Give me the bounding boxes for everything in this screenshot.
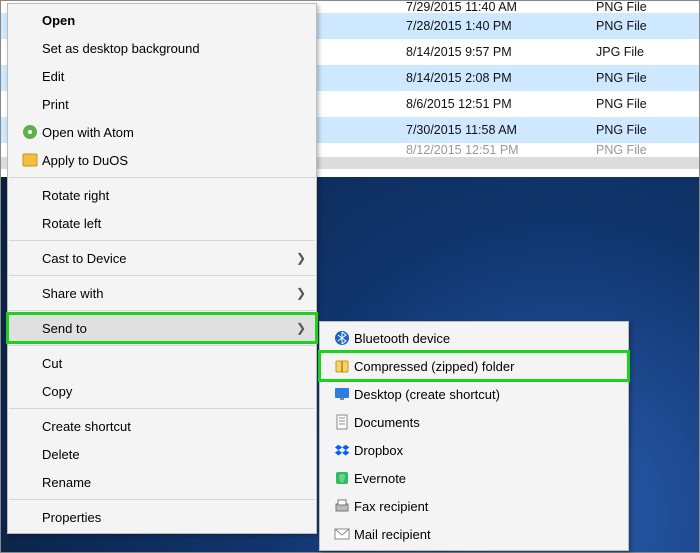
file-date: 7/28/2015 1:40 PM [406, 19, 596, 33]
context-menu: Open Set as desktop background Edit Prin… [7, 3, 317, 534]
mail-icon [330, 526, 354, 542]
chevron-right-icon: ❯ [292, 286, 306, 300]
desktop-icon [330, 386, 354, 402]
menu-label: Open with Atom [42, 125, 306, 140]
atom-icon [18, 124, 42, 140]
submenu-compressed-folder[interactable]: Compressed (zipped) folder [320, 352, 628, 380]
file-date: 7/30/2015 11:58 AM [406, 123, 596, 137]
menu-label: Delete [42, 447, 306, 462]
menu-open[interactable]: Open [8, 6, 316, 34]
submenu-mail-recipient[interactable]: Mail recipient [320, 520, 628, 548]
file-type: PNG File [596, 143, 686, 157]
menu-separator [9, 499, 315, 500]
file-date: 8/12/2015 12:51 PM [406, 143, 596, 157]
menu-label: Desktop (create shortcut) [354, 387, 618, 402]
chevron-right-icon: ❯ [292, 251, 306, 265]
menu-label: Dropbox [354, 443, 618, 458]
submenu-fax-recipient[interactable]: Fax recipient [320, 492, 628, 520]
file-type: PNG File [596, 1, 686, 13]
menu-label: Print [42, 97, 306, 112]
menu-cut[interactable]: Cut [8, 349, 316, 377]
menu-label: Cut [42, 356, 306, 371]
menu-create-shortcut[interactable]: Create shortcut [8, 412, 316, 440]
documents-icon [330, 414, 354, 430]
zip-icon [330, 358, 354, 374]
send-to-submenu: Bluetooth device Compressed (zipped) fol… [319, 321, 629, 551]
file-type: PNG File [596, 123, 686, 137]
menu-edit[interactable]: Edit [8, 62, 316, 90]
menu-label: Rotate left [42, 216, 306, 231]
menu-label: Create shortcut [42, 419, 306, 434]
menu-print[interactable]: Print [8, 90, 316, 118]
menu-label: Rename [42, 475, 306, 490]
menu-separator [9, 275, 315, 276]
menu-cast-to-device[interactable]: Cast to Device ❯ [8, 244, 316, 272]
menu-properties[interactable]: Properties [8, 503, 316, 531]
menu-separator [9, 177, 315, 178]
menu-label: Copy [42, 384, 306, 399]
file-type: PNG File [596, 71, 686, 85]
file-date: 7/29/2015 11:40 AM [406, 1, 596, 13]
menu-label: Edit [42, 69, 306, 84]
file-date: 8/14/2015 2:08 PM [406, 71, 596, 85]
submenu-bluetooth[interactable]: Bluetooth device [320, 324, 628, 352]
fax-icon [330, 498, 354, 514]
menu-set-background[interactable]: Set as desktop background [8, 34, 316, 62]
menu-delete[interactable]: Delete [8, 440, 316, 468]
file-type: JPG File [596, 45, 686, 59]
menu-apply-duos[interactable]: Apply to DuOS [8, 146, 316, 174]
submenu-documents[interactable]: Documents [320, 408, 628, 436]
menu-separator [9, 408, 315, 409]
menu-separator [9, 345, 315, 346]
menu-rotate-left[interactable]: Rotate left [8, 209, 316, 237]
menu-label: Share with [42, 286, 292, 301]
menu-open-with-atom[interactable]: Open with Atom [8, 118, 316, 146]
menu-label: Properties [42, 510, 306, 525]
menu-rename[interactable]: Rename [8, 468, 316, 496]
menu-label: Fax recipient [354, 499, 618, 514]
submenu-evernote[interactable]: Evernote [320, 464, 628, 492]
menu-copy[interactable]: Copy [8, 377, 316, 405]
menu-label: Evernote [354, 471, 618, 486]
evernote-icon [330, 470, 354, 486]
menu-label: Documents [354, 415, 618, 430]
menu-label: Bluetooth device [354, 331, 618, 346]
menu-separator [9, 240, 315, 241]
menu-share-with[interactable]: Share with ❯ [8, 279, 316, 307]
chevron-right-icon: ❯ [292, 321, 306, 335]
menu-label: Apply to DuOS [42, 153, 306, 168]
menu-label: Open [42, 13, 306, 28]
dropbox-icon [330, 442, 354, 458]
file-type: PNG File [596, 97, 686, 111]
bluetooth-icon [330, 330, 354, 346]
menu-send-to[interactable]: Send to ❯ [8, 314, 316, 342]
file-type: PNG File [596, 19, 686, 33]
menu-label: Compressed (zipped) folder [354, 359, 618, 374]
menu-separator [9, 310, 315, 311]
menu-label: Send to [42, 321, 292, 336]
menu-label: Cast to Device [42, 251, 292, 266]
file-date: 8/6/2015 12:51 PM [406, 97, 596, 111]
menu-rotate-right[interactable]: Rotate right [8, 181, 316, 209]
menu-label: Set as desktop background [42, 41, 306, 56]
menu-label: Rotate right [42, 188, 306, 203]
submenu-desktop-shortcut[interactable]: Desktop (create shortcut) [320, 380, 628, 408]
file-date: 8/14/2015 9:57 PM [406, 45, 596, 59]
menu-label: Mail recipient [354, 527, 618, 542]
submenu-dropbox[interactable]: Dropbox [320, 436, 628, 464]
duos-icon [18, 152, 42, 168]
